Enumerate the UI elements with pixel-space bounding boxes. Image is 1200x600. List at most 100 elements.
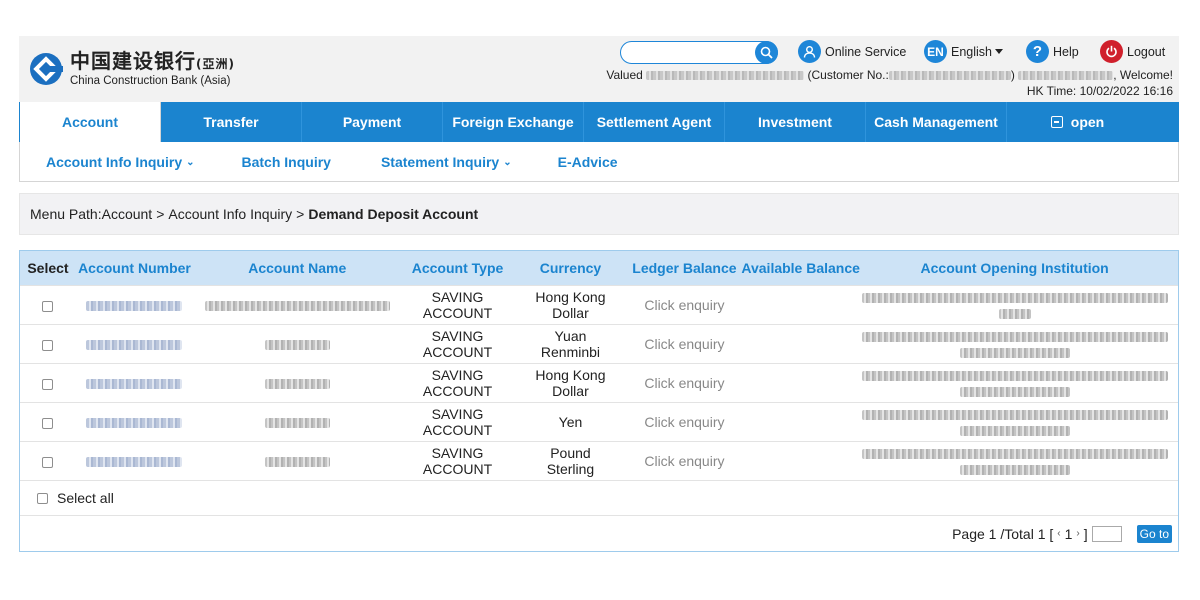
ledger-enquiry-link[interactable]: Click enquiry — [627, 324, 742, 364]
account-name — [264, 457, 330, 468]
table-row: SAVING ACCOUNT Yuan Renminbi Click enquiry — [20, 324, 1178, 364]
go-to-button[interactable]: Go to — [1136, 524, 1172, 543]
account-number-link[interactable] — [86, 379, 183, 390]
table-row: SAVING ACCOUNT Pound Sterling Click enquir… — [20, 441, 1178, 480]
nav-payment[interactable]: Payment — [302, 102, 443, 142]
help-icon: ? — [1026, 40, 1049, 63]
institution — [851, 402, 1178, 442]
chevron-down-icon: ⌄ — [186, 157, 195, 169]
ledger-enquiry-link[interactable]: Click enquiry — [627, 363, 742, 403]
institution — [851, 363, 1178, 403]
subnav-statement-inquiry[interactable]: Statement Inquiry ⌄ — [381, 154, 512, 170]
breadcrumb-account[interactable]: Account — [102, 206, 153, 222]
table-header-row: Select Account Number Account Name Accou… — [20, 251, 1178, 286]
logout-button[interactable]: Logout — [1100, 40, 1165, 63]
language-icon: EN — [924, 40, 947, 63]
page-number-input[interactable] — [1091, 525, 1122, 542]
page-info: Page 1 /Total 1 [ — [952, 525, 1054, 542]
institution — [851, 441, 1178, 480]
select-all-label: Select all — [57, 490, 114, 506]
nav-account[interactable]: Account — [20, 102, 161, 142]
search-button[interactable] — [755, 41, 778, 64]
institution — [851, 285, 1178, 325]
prev-page-icon[interactable]: ‹ — [1057, 528, 1060, 539]
select-all-checkbox[interactable] — [37, 492, 48, 504]
nav-cash-management[interactable]: Cash Management — [866, 102, 1007, 142]
next-page-icon[interactable]: › — [1076, 528, 1079, 539]
subnav-batch-inquiry[interactable]: Batch Inquiry — [242, 154, 331, 170]
subnav-e-advice[interactable]: E-Advice — [558, 154, 618, 170]
online-service-label: Online Service — [825, 44, 907, 59]
user-icon — [798, 40, 821, 63]
logout-label: Logout — [1127, 44, 1166, 59]
row-checkbox[interactable] — [42, 378, 54, 390]
col-select: Select — [20, 251, 76, 286]
col-currency: Currency — [513, 251, 628, 286]
available-balance — [741, 363, 852, 403]
sub-nav: Account Info Inquiry ⌄ Batch Inquiry Stat… — [19, 142, 1179, 182]
row-checkbox[interactable] — [42, 456, 54, 468]
available-balance — [741, 324, 852, 364]
ccb-logo[interactable]: 中国建设银行(亞洲) China Construction Bank (Asia… — [29, 50, 235, 87]
logo-english: China Construction Bank (Asia) — [70, 75, 231, 87]
account-name — [204, 301, 390, 312]
row-checkbox[interactable] — [42, 339, 54, 351]
account-name — [264, 340, 330, 351]
table-row: SAVING ACCOUNT Hong Kong Dollar Click enqu… — [20, 285, 1178, 325]
help-label: Help — [1053, 44, 1079, 59]
col-account-name: Account Name — [192, 251, 402, 286]
col-institution: Account Opening Institution — [851, 251, 1178, 286]
welcome-message: Valued (Customer No.:) , Welcome! — [606, 68, 1173, 82]
online-service-link[interactable]: Online Service — [798, 40, 906, 63]
chevron-down-icon: ⌄ — [503, 157, 512, 169]
redacted-customer-number — [888, 71, 1011, 81]
institution — [851, 324, 1178, 364]
account-number-link[interactable] — [86, 301, 183, 312]
redacted-user-name — [1018, 71, 1114, 81]
subnav-account-info-inquiry[interactable]: Account Info Inquiry ⌄ — [46, 154, 195, 170]
current-page: 1 — [1064, 525, 1073, 542]
account-number-link[interactable] — [86, 340, 183, 351]
available-balance — [741, 441, 852, 480]
language-selector[interactable]: EN English — [924, 40, 1003, 63]
account-table: Select Account Number Account Name Accou… — [20, 251, 1178, 480]
caret-down-icon — [995, 49, 1003, 54]
nav-settlement-agent[interactable]: Settlement Agent — [584, 102, 725, 142]
breadcrumb-current: Demand Deposit Account — [308, 206, 479, 222]
redacted-customer-name — [646, 71, 805, 81]
ledger-enquiry-link[interactable]: Click enquiry — [627, 285, 742, 325]
main-nav: Account Transfer Payment Foreign Exchang… — [19, 102, 1179, 142]
open-icon — [1050, 116, 1063, 128]
language-label: English — [951, 44, 992, 59]
col-available-balance: Available Balance — [741, 251, 860, 286]
nav-open[interactable]: open — [1007, 102, 1148, 142]
ccb-logo-icon — [30, 52, 63, 85]
row-checkbox[interactable] — [42, 300, 54, 312]
nav-open-label: open — [1070, 114, 1105, 130]
row-checkbox[interactable] — [42, 417, 54, 429]
search-input[interactable] — [620, 41, 778, 64]
nav-transfer[interactable]: Transfer — [161, 102, 302, 142]
breadcrumb: Menu Path: Account > Account Info Inquir… — [19, 193, 1179, 235]
header: 中国建设银行(亞洲) China Construction Bank (Asia… — [19, 36, 1179, 102]
ledger-enquiry-link[interactable]: Click enquiry — [627, 402, 742, 442]
nav-investment[interactable]: Investment — [725, 102, 866, 142]
available-balance — [741, 402, 852, 442]
account-table-panel: Select Account Number Account Name Accou… — [19, 250, 1179, 552]
col-account-number: Account Number — [75, 251, 193, 286]
power-icon — [1100, 40, 1123, 63]
breadcrumb-account-info-inquiry[interactable]: Account Info Inquiry — [168, 206, 292, 222]
account-number-link[interactable] — [86, 457, 183, 468]
account-number-link[interactable] — [86, 418, 183, 429]
logo-chinese: 中国建设银行(亞洲) — [70, 49, 235, 73]
nav-foreign-exchange[interactable]: Foreign Exchange — [443, 102, 584, 142]
col-account-type: Account Type — [401, 251, 514, 286]
account-name — [264, 379, 330, 390]
col-ledger-balance: Ledger Balance — [627, 251, 742, 286]
banking-app: 中国建设银行(亞洲) China Construction Bank (Asia… — [19, 36, 1179, 552]
ledger-enquiry-link[interactable]: Click enquiry — [627, 441, 742, 480]
table-row: SAVING ACCOUNT Hong Kong Dollar Click enqu… — [20, 363, 1178, 403]
pagination: Page 1 /Total 1 [ ‹ 1 › ] Go to — [20, 515, 1178, 551]
select-all[interactable]: Select all — [20, 480, 1178, 515]
help-link[interactable]: ? Help — [1026, 40, 1079, 63]
